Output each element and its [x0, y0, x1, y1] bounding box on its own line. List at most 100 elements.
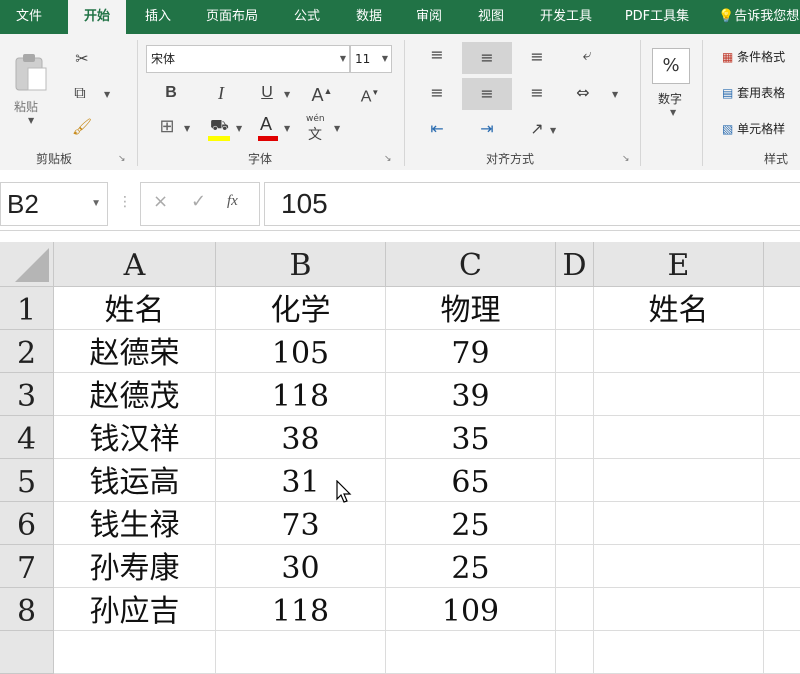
- grid-cell[interactable]: 钱运高: [54, 459, 216, 502]
- column-header-c[interactable]: C: [386, 242, 556, 287]
- fill-color-button[interactable]: ⛟: [206, 116, 232, 142]
- grid-cell[interactable]: 118: [216, 588, 386, 631]
- cell-styles-button[interactable]: ▧ 单元格样: [722, 120, 800, 142]
- grid-cell[interactable]: 25: [386, 502, 556, 545]
- align-right-icon[interactable]: ≡: [524, 82, 550, 104]
- row-header[interactable]: [0, 631, 54, 674]
- enter-icon[interactable]: ✓: [191, 191, 206, 212]
- grid-cell[interactable]: [594, 459, 764, 502]
- tab-developer[interactable]: 开发工具: [530, 0, 602, 34]
- tab-page-layout[interactable]: 页面布局: [196, 0, 268, 34]
- grid-cell[interactable]: [556, 545, 594, 588]
- italic-button[interactable]: I: [210, 82, 232, 104]
- grid-cell[interactable]: 姓名: [54, 287, 216, 330]
- grid-cell[interactable]: 109: [386, 588, 556, 631]
- bold-button[interactable]: B: [160, 82, 182, 104]
- row-header[interactable]: 6: [0, 502, 54, 545]
- column-header-b[interactable]: B: [216, 242, 386, 287]
- row-header[interactable]: 8: [0, 588, 54, 631]
- row-header[interactable]: 7: [0, 545, 54, 588]
- row-header[interactable]: 2: [0, 330, 54, 373]
- clipboard-launcher-icon[interactable]: ↘: [118, 154, 126, 164]
- grid-cell[interactable]: [386, 631, 556, 674]
- tab-pdf-tools[interactable]: PDF工具集: [618, 0, 696, 34]
- grid-cell[interactable]: [556, 416, 594, 459]
- grid-cell[interactable]: [764, 631, 800, 674]
- grid-cell[interactable]: [216, 631, 386, 674]
- grid-cell[interactable]: [764, 330, 800, 373]
- align-top-icon[interactable]: ≡: [424, 44, 450, 66]
- number-format-button[interactable]: % 数字 ▼: [652, 48, 692, 117]
- column-header-e[interactable]: E: [594, 242, 764, 287]
- conditional-formatting-button[interactable]: ▦ 条件格式: [722, 48, 800, 70]
- grow-font-button[interactable]: A▲: [310, 80, 334, 106]
- decrease-indent-icon[interactable]: ⇤: [424, 118, 450, 140]
- row-header[interactable]: 5: [0, 459, 54, 502]
- underline-button[interactable]: U: [256, 82, 278, 104]
- paste-button[interactable]: 粘贴 ▼: [8, 48, 52, 128]
- grid-cell[interactable]: 35: [386, 416, 556, 459]
- grid-cell[interactable]: 钱生禄: [54, 502, 216, 545]
- orientation-icon[interactable]: ↗: [524, 118, 550, 140]
- resize-handle-icon[interactable]: ⋮: [118, 194, 132, 210]
- align-bottom-icon[interactable]: ≡: [524, 46, 550, 68]
- grid-cell[interactable]: [764, 545, 800, 588]
- cancel-icon[interactable]: ×: [153, 191, 168, 212]
- grid-cell[interactable]: 赵德荣: [54, 330, 216, 373]
- formula-input[interactable]: 105: [264, 182, 800, 226]
- copy-dropdown-icon[interactable]: ▼: [104, 90, 110, 99]
- grid-cell[interactable]: 79: [386, 330, 556, 373]
- tell-me-search[interactable]: 💡告诉我您想: [718, 0, 800, 34]
- increase-indent-icon[interactable]: ⇥: [474, 118, 500, 140]
- grid-cell[interactable]: [764, 287, 800, 330]
- copy-icon[interactable]: ⧉: [68, 82, 92, 104]
- tab-view[interactable]: 视图: [466, 0, 516, 34]
- grid-cell[interactable]: [54, 631, 216, 674]
- grid-cell[interactable]: [594, 330, 764, 373]
- grid-cell[interactable]: [764, 459, 800, 502]
- font-color-button[interactable]: A: [256, 114, 280, 142]
- borders-icon[interactable]: ⊞: [156, 116, 178, 138]
- grid-cell[interactable]: [556, 588, 594, 631]
- grid-cell[interactable]: [764, 373, 800, 416]
- grid-cell[interactable]: [556, 502, 594, 545]
- grid-cell[interactable]: 物理: [386, 287, 556, 330]
- grid-cell[interactable]: [594, 416, 764, 459]
- align-center-button[interactable]: ≡: [462, 78, 512, 110]
- tab-file[interactable]: 文件: [0, 0, 58, 34]
- font-color-dropdown-icon[interactable]: ▼: [284, 124, 290, 133]
- underline-dropdown-icon[interactable]: ▼: [284, 90, 290, 99]
- alignment-launcher-icon[interactable]: ↘: [622, 154, 630, 164]
- tab-review[interactable]: 审阅: [404, 0, 454, 34]
- row-header[interactable]: 3: [0, 373, 54, 416]
- grid-cell[interactable]: 73: [216, 502, 386, 545]
- orientation-dropdown-icon[interactable]: ▼: [550, 126, 556, 135]
- grid-cell[interactable]: 孙应吉: [54, 588, 216, 631]
- wrap-text-icon[interactable]: ⤶: [574, 44, 600, 66]
- tab-insert[interactable]: 插入: [130, 0, 186, 34]
- grid-cell[interactable]: 39: [386, 373, 556, 416]
- grid-cell[interactable]: 105: [216, 330, 386, 373]
- grid-cell[interactable]: 钱汉祥: [54, 416, 216, 459]
- grid-cell[interactable]: [556, 631, 594, 674]
- grid-cell[interactable]: [764, 588, 800, 631]
- grid-cell[interactable]: 25: [386, 545, 556, 588]
- row-header[interactable]: 1: [0, 287, 54, 330]
- grid-cell[interactable]: 化学: [216, 287, 386, 330]
- merge-center-icon[interactable]: ⇔: [570, 82, 596, 104]
- font-launcher-icon[interactable]: ↘: [384, 154, 392, 164]
- borders-dropdown-icon[interactable]: ▼: [184, 124, 190, 133]
- grid-cell[interactable]: [594, 373, 764, 416]
- cut-icon[interactable]: ✂: [70, 48, 94, 70]
- grid-cell[interactable]: 31: [216, 459, 386, 502]
- insert-function-icon[interactable]: fx: [227, 193, 238, 210]
- name-box[interactable]: B2 ▼: [0, 182, 108, 226]
- align-middle-button[interactable]: ≡: [462, 42, 512, 74]
- grid-cell[interactable]: [594, 545, 764, 588]
- grid-cell[interactable]: [556, 287, 594, 330]
- column-header-a[interactable]: A: [54, 242, 216, 287]
- font-name-combo[interactable]: 宋体 ▼: [146, 45, 350, 73]
- grid-cell[interactable]: [594, 502, 764, 545]
- grid-cell[interactable]: 38: [216, 416, 386, 459]
- fill-dropdown-icon[interactable]: ▼: [236, 124, 242, 133]
